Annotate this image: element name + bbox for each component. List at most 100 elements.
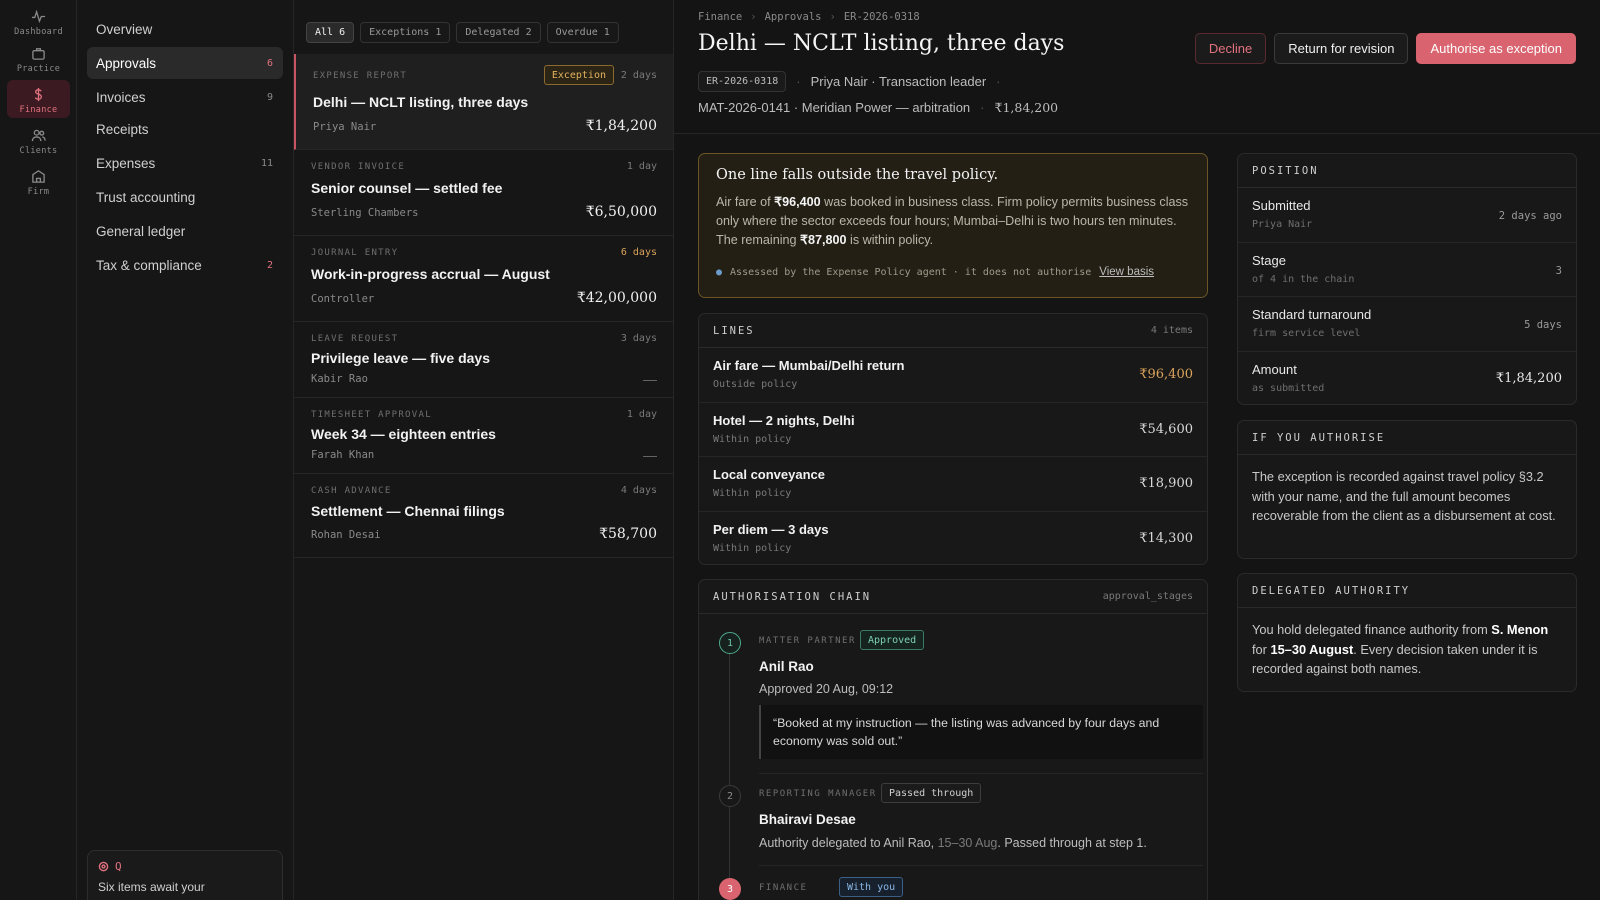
queue-item[interactable]: TIMESHEET APPROVAL 1 day Week 34 — eight… (294, 398, 673, 474)
approver-comment: “Booked at my instruction — the listing … (759, 705, 1203, 759)
expense-line[interactable]: Per diem — 3 days Within policy ₹14,300 (699, 512, 1207, 567)
row-sub: of 4 in the chain (1252, 273, 1355, 285)
subnav-overview[interactable]: Overview (87, 13, 283, 45)
line-status: Outside policy (713, 379, 798, 390)
policy-heading: One line falls outside the travel policy… (716, 167, 999, 183)
subnav-label: Receipts (96, 121, 149, 137)
chain-title: AUTHORISATION CHAIN (713, 590, 872, 603)
rail-clients[interactable]: Clients (7, 121, 70, 159)
filter-all[interactable]: All 6 (306, 22, 355, 43)
subnav-trust-accounting[interactable]: Trust accounting (87, 181, 283, 213)
expense-line[interactable]: Air fare — Mumbai/Delhi return Outside p… (699, 348, 1207, 403)
subnav-label: General ledger (96, 223, 186, 239)
queue-item[interactable]: EXPENSE REPORT Exception 2 days Delhi — … (294, 54, 673, 150)
delegation-period: 15–30 August (1270, 641, 1354, 657)
row-value: 5 days (1524, 319, 1562, 331)
agent-note: ● Assessed by the Expense Policy agent ·… (716, 266, 1154, 278)
subnav-count: 11 (260, 157, 273, 169)
lines-panel: LINES 4 items Air fare — Mumbai/Delhi ret… (698, 313, 1208, 565)
air-fare-amount: ₹96,400 (774, 195, 821, 209)
icon-rail: Dashboard Practice Finance Clients Firm (0, 0, 77, 900)
policy-warning: One line falls outside the travel policy… (698, 153, 1208, 298)
view-basis-link[interactable]: View basis (1099, 266, 1154, 278)
rail-label: Firm (27, 187, 50, 197)
filter-exceptions[interactable]: Exceptions 1 (360, 22, 451, 43)
decline-button[interactable]: Decline (1194, 33, 1267, 64)
delegated-title: DELEGATED AUTHORITY (1252, 584, 1411, 597)
item-amount: ₹6,50,000 (585, 204, 657, 220)
crumb-current: ER-2026-0318 (843, 11, 920, 23)
dollar-icon (34, 87, 42, 102)
delegated-text: You hold delegated finance authority fro… (1252, 622, 1549, 676)
within-policy-amount: ₹87,800 (800, 233, 847, 247)
item-submitter: Kabir Rao (311, 373, 368, 385)
subnav-label: Tax & compliance (96, 257, 202, 273)
with-you-badge: With you (839, 877, 904, 897)
line-amount: ₹14,300 (1139, 530, 1193, 546)
row-label: Standard turnaround (1252, 307, 1372, 322)
submitter: Priya Nair · Transaction leader (810, 74, 987, 89)
item-age: 4 days (620, 485, 657, 496)
return-for-revision-button[interactable]: Return for revision (1274, 33, 1409, 64)
step-role: MATTER PARTNER (759, 636, 856, 646)
crumb-finance[interactable]: Finance (698, 11, 742, 23)
passed-through-badge: Passed through (881, 783, 982, 803)
subnav-invoices[interactable]: Invoices 9 (87, 81, 283, 113)
subnav-general-ledger[interactable]: General ledger (87, 215, 283, 247)
rail-finance[interactable]: Finance (7, 80, 70, 118)
item-submitter: Controller (311, 293, 375, 305)
expense-line[interactable]: Hotel — 2 nights, Delhi Within policy ₹5… (699, 403, 1207, 457)
people-icon (31, 129, 46, 142)
step-approver: Bhairavi Desae (759, 812, 856, 827)
subnav-label: Invoices (96, 89, 146, 105)
item-amount: ₹42,00,000 (576, 290, 657, 306)
queue-item[interactable]: LEAVE REQUEST 3 days Privilege leave — f… (294, 322, 673, 398)
line-status: Within policy (713, 433, 792, 445)
authorise-consequence: The exception is recorded against travel… (1252, 469, 1556, 523)
item-amount: — (643, 371, 657, 387)
matter[interactable]: MAT-2026-0141 · Meridian Power — arbitra… (698, 100, 970, 115)
item-kind: JOURNAL ENTRY (311, 248, 399, 258)
subnav-approvals[interactable]: Approvals 6 (87, 47, 283, 79)
authorise-exception-button[interactable]: Authorise as exception (1416, 33, 1576, 64)
queue-item[interactable]: JOURNAL ENTRY 6 days Work-in-progress ac… (294, 236, 673, 322)
assistant-panel[interactable]: Q Six items await your (87, 850, 283, 900)
rail-practice[interactable]: Practice (7, 39, 70, 77)
item-submitter: Farah Khan (311, 449, 375, 461)
pulse-icon (31, 9, 46, 24)
line-amount: ₹96,400 (1139, 367, 1193, 382)
assistant-message: Six items await your (98, 880, 205, 894)
queue-item[interactable]: VENDOR INVOICE 1 day Senior counsel — se… (294, 150, 673, 236)
item-title: Privilege leave — five days (311, 350, 490, 366)
rail-firm[interactable]: Firm (7, 162, 70, 200)
row-label: Stage (1252, 252, 1286, 268)
subnav-label: Expenses (96, 155, 156, 171)
queue-item[interactable]: CASH ADVANCE 4 days Settlement — Chennai… (294, 474, 673, 558)
expense-line[interactable]: Local conveyance Within policy ₹18,900 (699, 457, 1207, 512)
item-kind: VENDOR INVOICE (311, 162, 406, 172)
assistant-marker: Q (115, 860, 122, 873)
subnav-count: 6 (266, 57, 273, 69)
item-kind: LEAVE REQUEST (311, 334, 399, 344)
subnav-label: Overview (96, 21, 153, 37)
position-row: Amount as submitted ₹1,84,200 (1238, 352, 1576, 407)
line-amount: ₹54,600 (1139, 421, 1193, 437)
subnav-receipts[interactable]: Receipts (87, 113, 283, 145)
item-title: Settlement — Chennai filings (311, 503, 505, 519)
subnav-tax-compliance[interactable]: Tax & compliance 2 (87, 249, 283, 281)
subnav-expenses[interactable]: Expenses 11 (87, 147, 283, 179)
rail-dashboard[interactable]: Dashboard (7, 2, 70, 40)
if-you-authorise-panel: IF YOU AUTHORISE The exception is record… (1237, 420, 1577, 559)
filter-delegated[interactable]: Delegated 2 (456, 22, 541, 43)
total-amount: ₹1,84,200 (994, 100, 1059, 115)
line-status: Within policy (713, 542, 792, 554)
separator-dot: · (796, 74, 801, 89)
item-age: 6 days (620, 247, 657, 258)
filter-overdue[interactable]: Overdue 1 (546, 22, 619, 43)
position-title: POSITION (1252, 164, 1319, 177)
briefcase-icon (32, 48, 45, 60)
step-note: Approved 20 Aug, 09:12 (759, 682, 894, 696)
crumb-approvals[interactable]: Approvals (765, 11, 822, 23)
separator-dot: · (980, 100, 985, 115)
rail-label: Finance (19, 105, 58, 115)
